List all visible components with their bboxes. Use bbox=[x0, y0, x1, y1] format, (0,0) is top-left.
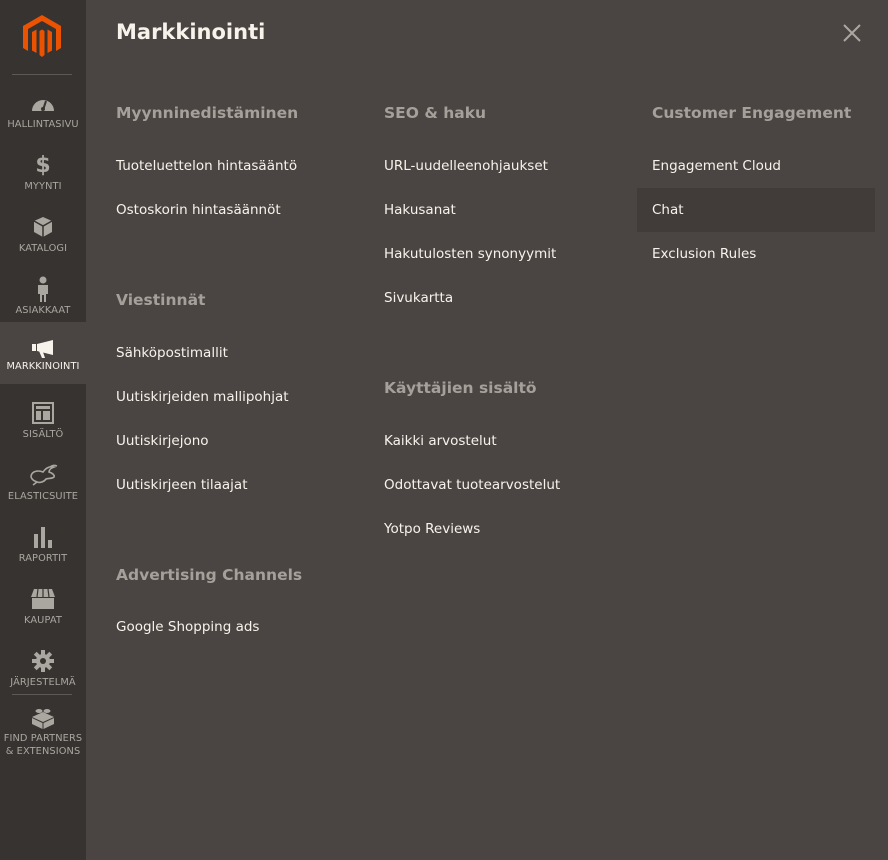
nav-label: Raportit bbox=[18, 553, 68, 564]
nav-label: ElasticSuite bbox=[7, 491, 79, 502]
menu-link[interactable]: Hakutulosten synonyymit bbox=[369, 232, 556, 276]
nav-label: Find Partners & Extensions bbox=[0, 732, 86, 758]
nav-label: Sisältö bbox=[22, 429, 64, 440]
nav-item-find-partners[interactable]: Find Partners & Extensions bbox=[0, 698, 86, 774]
section-title-promotions: Myynninedistäminen bbox=[116, 104, 299, 122]
layout-icon bbox=[0, 401, 86, 425]
section-title-advertising-channels: Advertising Channels bbox=[116, 566, 303, 584]
nav-item-catalog[interactable]: Katalogi bbox=[0, 202, 86, 264]
magento-logo[interactable] bbox=[23, 15, 61, 59]
nav-item-marketing[interactable]: Markkinointi bbox=[0, 322, 86, 384]
menu-link[interactable]: Ostoskorin hintasäännöt bbox=[101, 188, 281, 232]
nav-label: Kaupat bbox=[24, 615, 62, 626]
menu-link[interactable]: Tuoteluettelon hintasääntö bbox=[101, 144, 297, 188]
nav-item-elasticsuite[interactable]: ElasticSuite bbox=[0, 450, 86, 512]
menu-link[interactable]: Uutiskirjeen tilaajat bbox=[101, 463, 248, 507]
menu-link-highlighted[interactable]: Chat bbox=[637, 188, 875, 232]
close-icon[interactable] bbox=[841, 22, 863, 44]
sidebar-divider bbox=[12, 74, 72, 75]
section-title-communications: Viestinnät bbox=[116, 291, 206, 309]
menu-link[interactable]: Yotpo Reviews bbox=[369, 507, 480, 551]
store-icon bbox=[0, 587, 86, 611]
marketing-submenu-panel: Markkinointi Myynninedistäminen Tuotelue… bbox=[86, 0, 888, 860]
nav-item-sales[interactable]: $ Myynti bbox=[0, 140, 86, 202]
megaphone-icon bbox=[0, 337, 86, 361]
nav-label: Myynti bbox=[24, 181, 62, 192]
nav-label: Hallintasivu bbox=[7, 119, 79, 130]
menu-link[interactable]: Odottavat tuotearvostelut bbox=[369, 463, 560, 507]
person-icon bbox=[0, 276, 86, 302]
menu-link[interactable]: Exclusion Rules bbox=[637, 232, 756, 276]
bar-chart-icon bbox=[0, 525, 86, 549]
nav-item-reports[interactable]: Raportit bbox=[0, 512, 86, 574]
panel-title: Markkinointi bbox=[116, 20, 266, 44]
menu-link[interactable]: Sivukartta bbox=[369, 276, 453, 320]
section-title-customer-engagement: Customer Engagement bbox=[652, 104, 852, 122]
nav-item-customers[interactable]: Asiakkaat bbox=[0, 264, 86, 326]
nav-label: Katalogi bbox=[18, 243, 68, 254]
section-title-seo-search: SEO & haku bbox=[384, 104, 487, 122]
lego-brick-icon bbox=[0, 706, 86, 730]
admin-sidebar: Hallintasivu $ Myynti Katalogi Asiakkaat… bbox=[0, 0, 86, 860]
section-title-user-content: Käyttäjien sisältö bbox=[384, 379, 537, 397]
nav-item-dashboard[interactable]: Hallintasivu bbox=[0, 78, 86, 140]
menu-link[interactable]: Google Shopping ads bbox=[101, 605, 259, 649]
sidebar-divider bbox=[12, 694, 72, 695]
menu-link[interactable]: Hakusanat bbox=[369, 188, 456, 232]
nav-label: Järjestelmä bbox=[10, 677, 76, 688]
nav-item-content[interactable]: Sisältö bbox=[0, 388, 86, 450]
menu-link[interactable]: Uutiskirjeiden mallipohjat bbox=[101, 375, 289, 419]
nav-item-stores[interactable]: Kaupat bbox=[0, 574, 86, 636]
dollar-icon: $ bbox=[35, 152, 51, 178]
menu-link[interactable]: Engagement Cloud bbox=[637, 144, 781, 188]
box-icon bbox=[0, 215, 86, 239]
dashboard-icon bbox=[0, 91, 86, 115]
rabbit-icon bbox=[0, 463, 86, 487]
nav-label: Markkinointi bbox=[6, 361, 80, 372]
nav-label-line1: Find Partners bbox=[3, 733, 83, 744]
nav-label-line2: & Extensions bbox=[5, 746, 81, 757]
nav-item-system[interactable]: Järjestelmä bbox=[0, 636, 86, 698]
nav-label: Asiakkaat bbox=[15, 305, 71, 316]
menu-link[interactable]: URL-uudelleenohjaukset bbox=[369, 144, 548, 188]
menu-link[interactable]: Kaikki arvostelut bbox=[369, 419, 497, 463]
menu-link[interactable]: Sähköpostimallit bbox=[101, 331, 228, 375]
gear-icon bbox=[0, 649, 86, 673]
menu-link[interactable]: Uutiskirjejono bbox=[101, 419, 209, 463]
